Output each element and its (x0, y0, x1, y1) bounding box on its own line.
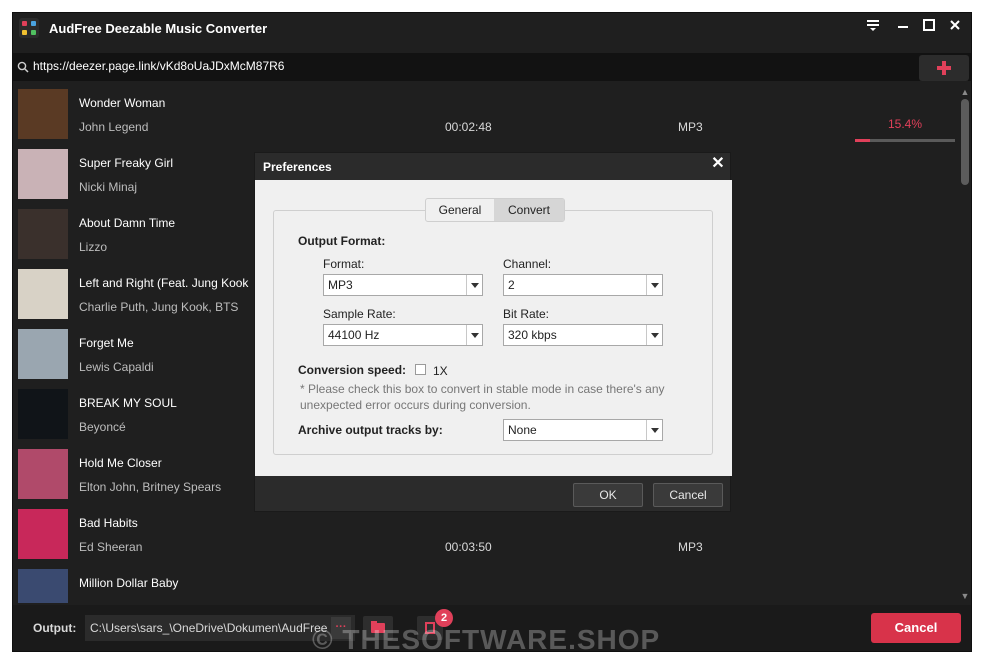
track-row[interactable]: Wonder Woman John Legend 00:02:48 MP3 15… (13, 87, 957, 147)
url-bar (13, 53, 971, 81)
track-artist: John Legend (79, 120, 149, 134)
track-title: Million Dollar Baby (79, 576, 179, 590)
output-label: Output: (33, 621, 77, 635)
cancel-conversion-button[interactable]: Cancel (871, 613, 961, 643)
track-format: MP3 (678, 120, 703, 134)
format-select[interactable]: MP3 (323, 274, 483, 296)
format-label: Format: (323, 257, 365, 271)
search-icon (17, 61, 29, 73)
minimize-icon[interactable] (893, 17, 913, 37)
tab-general[interactable]: General (426, 199, 494, 221)
track-row[interactable]: Bad Habits Ed Sheeran 00:03:50 MP3 (13, 507, 957, 567)
channel-label: Channel: (503, 257, 552, 271)
track-title: BREAK MY SOUL (79, 396, 177, 410)
channel-select[interactable]: 2 (503, 274, 663, 296)
chevron-down-icon (646, 325, 662, 345)
track-title: About Damn Time (79, 216, 176, 230)
chevron-down-icon (646, 275, 662, 295)
album-cover (18, 509, 68, 559)
album-cover (18, 149, 68, 199)
scroll-thumb[interactable] (961, 99, 969, 185)
tab-bar: General Convert (425, 198, 565, 222)
track-artist: Beyoncé (79, 420, 126, 434)
album-cover (18, 389, 68, 439)
speed-option-label: 1X (433, 364, 448, 378)
chevron-down-icon (646, 420, 662, 440)
add-button[interactable] (919, 55, 969, 81)
title-bar: AudFree Deezable Music Converter (13, 13, 971, 43)
ok-button[interactable]: OK (573, 483, 643, 507)
album-cover (18, 449, 68, 499)
track-duration: 00:03:50 (445, 540, 492, 554)
track-title: Left and Right (Feat. Jung Kook (79, 276, 249, 290)
scroll-up-icon[interactable]: ▲ (959, 87, 971, 97)
dialog-close-icon[interactable]: ✕ (710, 156, 726, 172)
maximize-icon[interactable] (919, 17, 939, 37)
track-row[interactable]: Million Dollar Baby (13, 567, 957, 603)
scrollbar[interactable]: ▲ ▼ (959, 87, 971, 603)
album-cover (18, 329, 68, 379)
track-title: Bad Habits (79, 516, 138, 530)
watermark: © THESOFTWARE.SHOP (312, 624, 661, 655)
app-title: AudFree Deezable Music Converter (49, 21, 268, 36)
bit-rate-label: Bit Rate: (503, 307, 550, 321)
track-title: Forget Me (79, 336, 134, 350)
progress-text: 15.4% (887, 117, 923, 131)
bit-rate-select[interactable]: 320 kbps (503, 324, 663, 346)
track-artist: Lewis Capaldi (79, 360, 154, 374)
speed-note: * Please check this box to convert in st… (300, 382, 665, 412)
archive-label: Archive output tracks by: (298, 423, 443, 437)
track-artist: Elton John, Britney Spears (79, 480, 222, 494)
sample-rate-select[interactable]: 44100 Hz (323, 324, 483, 346)
track-title: Hold Me Closer (79, 456, 162, 470)
track-artist: Lizzo (79, 240, 108, 254)
tab-convert[interactable]: Convert (494, 199, 564, 221)
track-title: Wonder Woman (79, 96, 166, 110)
url-input[interactable] (33, 59, 633, 73)
chevron-down-icon (466, 275, 482, 295)
app-logo-icon (19, 18, 39, 38)
menu-icon[interactable] (863, 17, 883, 37)
chevron-down-icon (466, 325, 482, 345)
progress-fill (855, 139, 871, 142)
album-cover (18, 269, 68, 319)
track-format: MP3 (678, 540, 703, 554)
track-artist: Charlie Puth, Jung Kook, BTS (79, 300, 239, 314)
album-cover (18, 89, 68, 139)
speed-checkbox[interactable] (415, 364, 426, 375)
sample-rate-label: Sample Rate: (323, 307, 396, 321)
output-format-heading: Output Format: (298, 234, 386, 248)
progress-bar (855, 139, 955, 142)
close-icon[interactable] (945, 17, 965, 37)
preferences-dialog: Preferences ✕ General Convert Output For… (254, 152, 732, 512)
album-cover (18, 209, 68, 259)
track-title: Super Freaky Girl (79, 156, 174, 170)
dialog-cancel-button[interactable]: Cancel (653, 483, 723, 507)
track-artist: Nicki Minaj (79, 180, 138, 194)
scroll-down-icon[interactable]: ▼ (959, 591, 971, 601)
track-duration: 00:02:48 (445, 120, 492, 134)
dialog-title: Preferences (263, 160, 332, 174)
archive-select[interactable]: None (503, 419, 663, 441)
dialog-body: General Convert Output Format: Format: M… (255, 180, 732, 476)
conversion-speed-label: Conversion speed: (298, 363, 407, 377)
track-artist: Ed Sheeran (79, 540, 143, 554)
album-cover (18, 569, 68, 603)
